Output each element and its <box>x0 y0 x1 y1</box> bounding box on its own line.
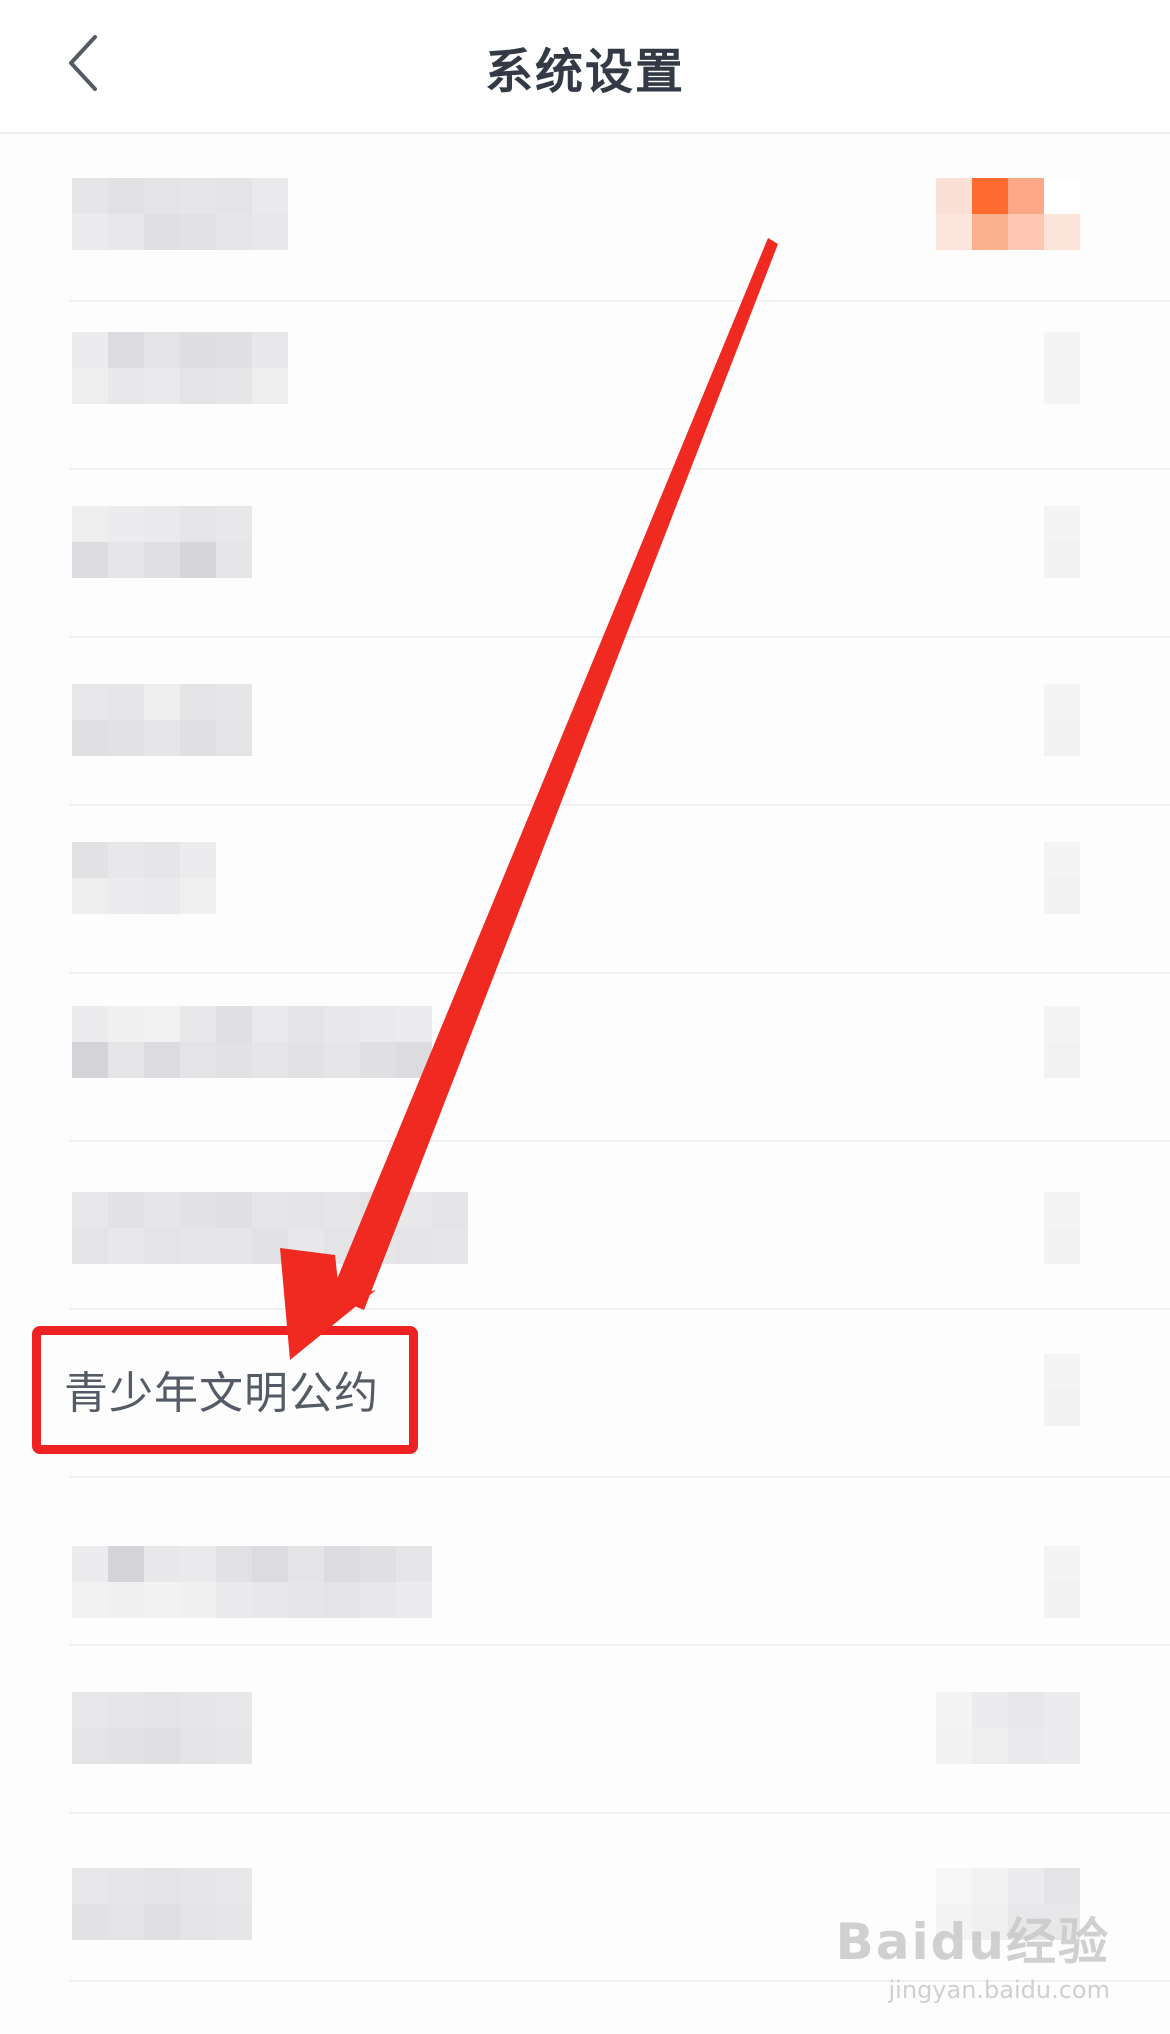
settings-row-blurred[interactable] <box>0 1478 1170 1646</box>
nav-header: 系统设置 <box>0 0 1170 134</box>
chevron-right-icon <box>1044 1546 1080 1618</box>
chevron-right-icon <box>1044 1006 1080 1078</box>
blurred-label <box>72 506 252 578</box>
chevron-right-icon <box>1044 506 1080 578</box>
blurred-label <box>72 842 216 914</box>
blurred-label <box>72 178 288 250</box>
blurred-label <box>72 1006 432 1078</box>
settings-row-blurred[interactable] <box>0 1142 1170 1310</box>
settings-row-blurred[interactable] <box>0 302 1170 470</box>
chevron-right-icon <box>1044 332 1080 404</box>
blurred-label <box>72 1546 432 1618</box>
settings-row-blurred[interactable] <box>0 134 1170 302</box>
blurred-label <box>72 1192 468 1264</box>
settings-row-youth-convention[interactable]: 青少年文明公约 <box>0 1310 1170 1478</box>
blurred-label <box>72 684 252 756</box>
screen: 系统设置 青少年文明公约 Baidu经验 jingyan.baidu.com <box>0 0 1170 2034</box>
blurred-label <box>72 332 288 404</box>
blurred-avatar <box>936 178 1080 250</box>
watermark-main: Baidu经验 <box>835 1913 1110 1971</box>
settings-row-blurred[interactable] <box>0 1646 1170 1814</box>
blurred-value <box>936 1692 1080 1764</box>
settings-row-blurred[interactable] <box>0 638 1170 806</box>
chevron-right-icon <box>1044 1192 1080 1264</box>
settings-row-blurred[interactable] <box>0 974 1170 1142</box>
settings-row-blurred[interactable] <box>0 470 1170 638</box>
chevron-right-icon <box>1044 842 1080 914</box>
watermark-sub: jingyan.baidu.com <box>888 1976 1110 2004</box>
chevron-right-icon <box>1044 684 1080 756</box>
settings-item-label: 青少年文明公约 <box>64 1368 379 1419</box>
watermark: Baidu经验 jingyan.baidu.com <box>836 1902 1110 2004</box>
chevron-right-icon <box>1044 1354 1080 1426</box>
page-title: 系统设置 <box>484 44 685 100</box>
blurred-label <box>72 1692 252 1764</box>
blurred-label <box>72 1868 252 1940</box>
settings-row-blurred[interactable] <box>0 806 1170 974</box>
